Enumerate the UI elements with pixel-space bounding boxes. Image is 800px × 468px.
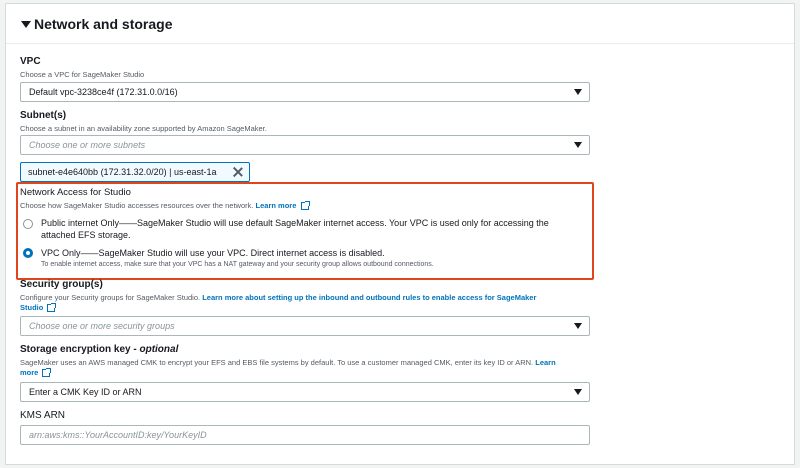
encryption-description: SageMaker uses an AWS managed CMK to enc… <box>20 358 556 367</box>
subnets-description: Choose a subnet in an availability zone … <box>20 124 267 133</box>
network-access-label: Network Access for Studio <box>20 187 131 198</box>
radio-public-line1: Public internet Only——SageMaker Studio w… <box>41 218 549 228</box>
encryption-select[interactable]: Enter a CMK Key ID or ARN <box>20 382 590 402</box>
vpc-label: VPC <box>20 56 41 67</box>
radio-public-internet-label[interactable]: Public internet Only——SageMaker Studio w… <box>41 217 549 241</box>
subnet-token: subnet-e4e640bb (172.31.32.0/20) | us-ea… <box>20 162 250 182</box>
network-storage-panel: Network and storage VPC Choose a VPC for… <box>5 3 795 465</box>
encryption-select-value: Enter a CMK Key ID or ARN <box>29 387 142 397</box>
security-groups-learn-more-link-2[interactable]: Studio <box>20 303 43 312</box>
kms-arn-input[interactable]: arn:aws:kms::YourAccountID:key/YourKeyID <box>20 425 590 445</box>
external-link-icon <box>300 201 310 211</box>
chevron-down-icon <box>574 389 582 395</box>
radio-vpc-only[interactable] <box>23 248 33 258</box>
subnet-token-label: subnet-e4e640bb (172.31.32.0/20) | us-ea… <box>28 167 217 177</box>
encryption-learn-more-link[interactable]: Learn <box>535 358 555 367</box>
encryption-description-text: SageMaker uses an AWS managed CMK to enc… <box>20 358 534 367</box>
chevron-down-icon <box>574 323 582 329</box>
security-groups-learn-more-link[interactable]: Learn more about setting up the inbound … <box>202 293 536 302</box>
encryption-label-optional: optional <box>139 344 179 355</box>
radio-vpc-only-sublabel: To enable internet access, make sure tha… <box>41 261 434 268</box>
subnets-select[interactable]: Choose one or more subnets <box>20 135 590 155</box>
kms-arn-placeholder: arn:aws:kms::YourAccountID:key/YourKeyID <box>29 430 207 440</box>
caret-down-icon[interactable] <box>21 21 31 28</box>
vpc-select[interactable]: Default vpc-3238ce4f (172.31.0.0/16) <box>20 82 590 102</box>
encryption-label: Storage encryption key - optional <box>20 344 179 355</box>
network-access-description: Choose how SageMaker Studio accesses res… <box>20 201 310 211</box>
chevron-down-icon <box>574 89 582 95</box>
security-groups-learn-more-line2: Studio <box>20 303 57 313</box>
security-groups-select[interactable]: Choose one or more security groups <box>20 316 590 336</box>
vpc-description: Choose a VPC for SageMaker Studio <box>20 70 145 79</box>
panel-title: Network and storage <box>34 16 173 32</box>
panel-header[interactable]: Network and storage <box>6 4 794 44</box>
close-icon[interactable] <box>232 166 244 178</box>
subnets-placeholder: Choose one or more subnets <box>29 140 146 150</box>
security-groups-label: Security group(s) <box>20 279 103 290</box>
vpc-select-value: Default vpc-3238ce4f (172.31.0.0/16) <box>29 87 178 97</box>
external-link-icon <box>42 368 52 378</box>
security-groups-description: Configure your Security groups for SageM… <box>20 293 536 302</box>
radio-vpc-only-label[interactable]: VPC Only——SageMaker Studio will use your… <box>41 247 385 259</box>
encryption-label-text: Storage encryption key <box>20 344 131 355</box>
encryption-learn-more-link-2[interactable]: more <box>20 368 38 377</box>
external-link-icon <box>47 303 57 313</box>
radio-public-internet[interactable] <box>23 219 33 229</box>
network-access-description-text: Choose how SageMaker Studio accesses res… <box>20 201 254 210</box>
encryption-learn-more-line2: more <box>20 368 52 378</box>
learn-more-link[interactable]: Learn more <box>256 201 297 210</box>
kms-arn-label: KMS ARN <box>20 410 66 421</box>
security-groups-description-text: Configure your Security groups for SageM… <box>20 293 201 302</box>
radio-public-line2: attached EFS storage. <box>41 230 131 240</box>
chevron-down-icon <box>574 142 582 148</box>
security-groups-placeholder: Choose one or more security groups <box>29 321 175 331</box>
subnets-label: Subnet(s) <box>20 110 67 121</box>
